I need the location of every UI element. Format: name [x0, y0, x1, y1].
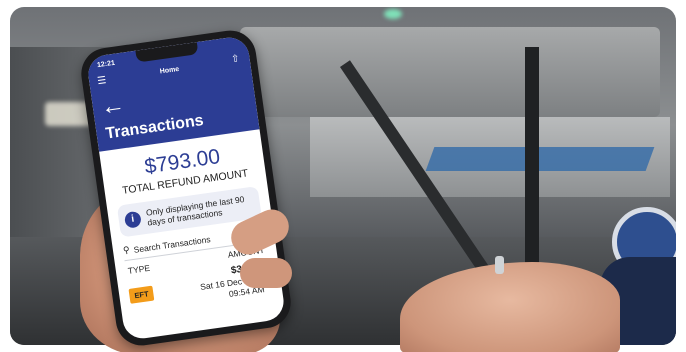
search-placeholder: Search Transactions — [132, 234, 212, 255]
info-icon: i — [123, 210, 142, 229]
background-gate-stripe — [425, 147, 655, 171]
background-gate-top — [240, 27, 660, 117]
background-indicator-light — [384, 9, 402, 19]
left-finger — [240, 258, 292, 288]
status-time: 12:21 — [96, 59, 116, 70]
type-badge: EFT — [128, 285, 155, 304]
column-type: TYPE — [127, 263, 151, 277]
phone-screen: 12:21 ☰ Home ⇧ ← Transactions $793.00 TO… — [85, 35, 287, 341]
phone-notch — [135, 42, 199, 63]
ring — [495, 256, 504, 274]
search-icon: ⚲ — [122, 244, 131, 256]
back-arrow-icon[interactable]: ← — [99, 91, 127, 121]
share-icon[interactable]: ⇧ — [230, 53, 240, 65]
